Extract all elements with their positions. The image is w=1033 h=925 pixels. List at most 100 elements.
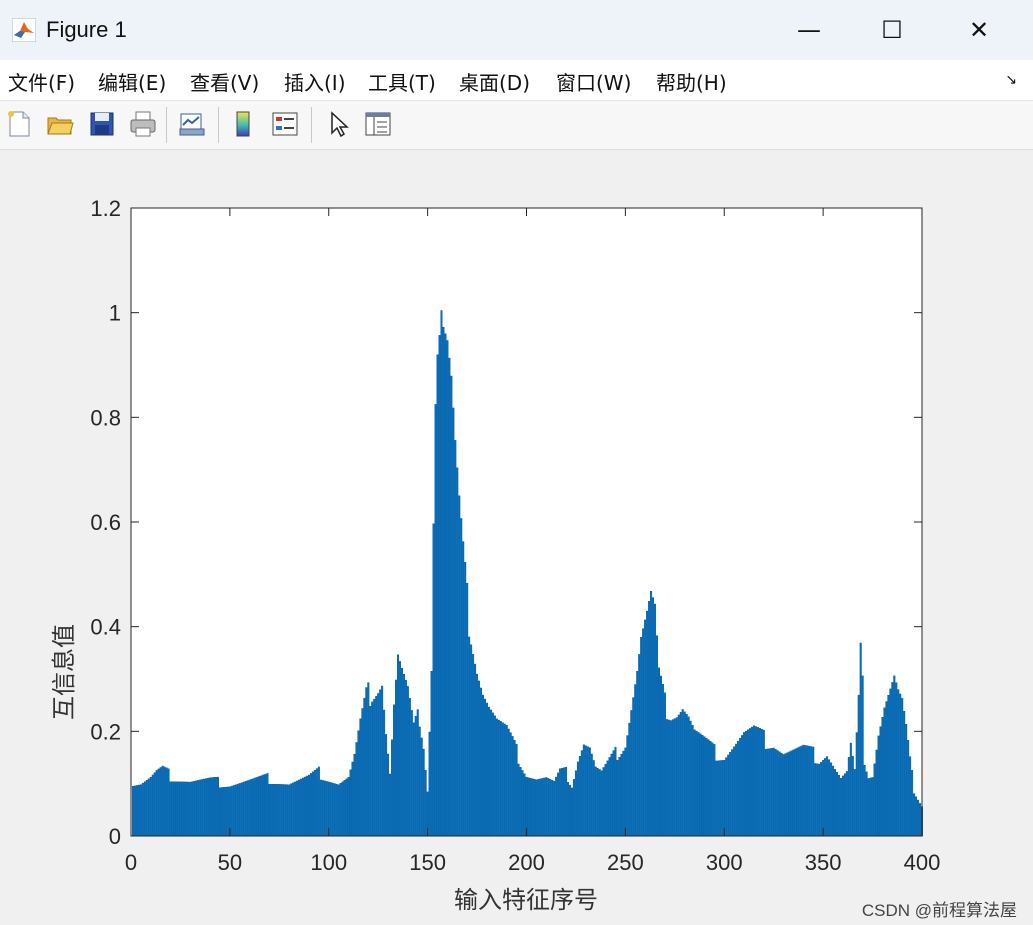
menu-edit[interactable]: 编辑(E) [98, 67, 166, 96]
menu-view[interactable]: 查看(V) [190, 67, 259, 96]
open-file-icon[interactable] [45, 109, 75, 139]
bar [256, 776, 259, 837]
bar [503, 723, 506, 837]
bar [547, 778, 550, 837]
bar [618, 757, 621, 837]
menu-desktop[interactable]: 桌面(D) [459, 67, 530, 96]
bar [802, 744, 805, 837]
dock-arrow-icon[interactable]: ↘ [1005, 72, 1017, 88]
bar [311, 771, 314, 837]
bar [717, 760, 720, 837]
bar [723, 759, 726, 837]
bar [424, 770, 427, 837]
bar [389, 773, 392, 837]
bar [315, 768, 318, 837]
bar [468, 636, 471, 837]
bar [632, 697, 635, 837]
x-tick-label: 200 [508, 850, 545, 875]
bar [436, 354, 439, 837]
menu-tools[interactable]: 工具(T) [368, 67, 436, 96]
bar [448, 357, 451, 837]
bar [885, 701, 888, 837]
bar [183, 781, 186, 837]
bar [624, 747, 627, 837]
title-bar[interactable]: Figure 1 — ☐ ✕ [0, 0, 1033, 60]
bar [501, 722, 504, 837]
colorbar-icon[interactable] [228, 109, 258, 139]
maximize-button[interactable]: ☐ [870, 12, 914, 48]
bar [826, 756, 829, 837]
link-plot-icon[interactable] [177, 109, 207, 139]
new-figure-icon[interactable] [4, 109, 34, 139]
close-button[interactable]: ✕ [957, 12, 1001, 48]
bar [903, 710, 906, 837]
bar [497, 719, 500, 837]
y-tick-label: 0.2 [90, 719, 121, 744]
menu-file[interactable]: 文件(F) [8, 67, 75, 96]
bar [402, 673, 405, 837]
bar [909, 756, 912, 837]
bar [173, 781, 176, 837]
bar [391, 739, 394, 837]
bar [371, 701, 374, 837]
bar [254, 777, 257, 837]
bar [889, 688, 892, 837]
save-icon[interactable] [87, 109, 117, 139]
bar [743, 732, 746, 837]
bar [179, 781, 182, 837]
toolbar-separator [311, 107, 312, 143]
pointer-icon[interactable] [323, 109, 353, 139]
bar [268, 783, 271, 837]
bar [810, 746, 813, 837]
bar [549, 779, 552, 837]
bar [135, 785, 138, 837]
bar [240, 782, 243, 837]
bar [302, 777, 305, 837]
legend-icon[interactable] [270, 109, 300, 139]
print-icon[interactable] [128, 109, 158, 139]
bar [709, 740, 712, 837]
bar [290, 783, 293, 837]
bar [309, 773, 312, 837]
csdn-watermark: CSDN @前程算法屋 [861, 901, 1017, 920]
menu-help[interactable]: 帮助(H) [656, 67, 727, 96]
bar-chart[interactable]: 0 50 100 150 200 250 300 350 400 0 0.2 0.4 0.6 0.8 1 1… [0, 150, 1033, 925]
menu-insert[interactable]: 插入(I) [284, 67, 346, 96]
bar [620, 753, 623, 837]
property-editor-icon[interactable] [363, 109, 393, 139]
bar [899, 693, 902, 837]
bar [705, 737, 708, 837]
bar [752, 725, 755, 837]
bar [339, 783, 342, 837]
x-tick-label: 150 [409, 850, 446, 875]
bar [915, 796, 918, 837]
bar [794, 748, 797, 837]
bar [452, 407, 455, 837]
bar [335, 783, 338, 837]
bar [679, 711, 682, 837]
bar [211, 777, 214, 837]
y-axis-label: 互信息值 [50, 624, 78, 720]
bar [274, 784, 277, 837]
bar [474, 663, 477, 837]
bar [543, 777, 546, 837]
bar [800, 745, 803, 837]
bar [288, 784, 291, 837]
bar [656, 635, 659, 837]
bar [412, 722, 415, 837]
minimize-button[interactable]: — [787, 12, 831, 48]
bar [855, 732, 858, 837]
bar [145, 779, 148, 837]
bar [333, 783, 336, 837]
bar [298, 779, 301, 837]
bar [147, 778, 150, 837]
bar [786, 752, 789, 837]
bar [610, 753, 613, 837]
bar [499, 721, 502, 837]
bar [375, 696, 378, 837]
bar [482, 694, 484, 837]
bar [661, 684, 664, 837]
bar [252, 778, 255, 837]
bar [857, 694, 860, 837]
menu-window[interactable]: 窗口(W) [556, 67, 631, 96]
